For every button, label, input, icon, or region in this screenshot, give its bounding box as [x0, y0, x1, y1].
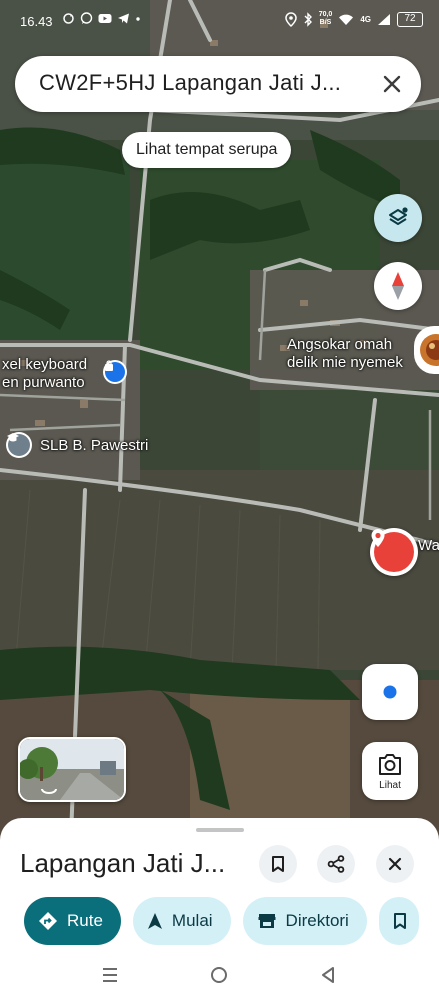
save-chip-button[interactable] [378, 897, 419, 945]
storefront-icon [258, 914, 276, 928]
network-speed: 70,0 B/S [319, 11, 333, 27]
my-location-icon [383, 685, 397, 699]
status-time: 16.43 [20, 14, 53, 29]
camera-lens-icon [379, 754, 401, 775]
close-icon[interactable] [379, 71, 405, 97]
system-navigation-bar [0, 952, 439, 1000]
bluetooth-icon [304, 11, 312, 27]
bookmark-icon [272, 856, 284, 872]
map-label-shop-line2: en purwanto [2, 374, 85, 391]
sync-icon [63, 13, 74, 24]
map-label-food[interactable]: Angsokar omah delik mie nyemek [287, 336, 403, 372]
selected-location-pin[interactable] [370, 528, 418, 576]
shopping-bag-icon [105, 360, 113, 371]
similar-places-chip[interactable]: Lihat tempat serupa [122, 132, 292, 168]
shop-poi-marker[interactable] [103, 360, 127, 384]
home-icon[interactable] [210, 966, 228, 984]
map-label-pin[interactable]: War [418, 537, 439, 555]
directions-icon [39, 912, 57, 930]
network-speed-value: 70,0 [318, 11, 333, 18]
location-status-icon [284, 11, 297, 27]
status-right-icons: 70,0 B/S 4G 72 [284, 11, 423, 27]
food-photo-marker[interactable] [414, 326, 439, 374]
navigation-arrow-icon [147, 913, 162, 929]
recent-apps-icon[interactable] [101, 966, 119, 984]
compass-button[interactable] [374, 262, 422, 310]
back-icon[interactable] [320, 966, 336, 984]
more-notifications-dot [136, 17, 140, 21]
layers-icon [389, 207, 408, 225]
bookmark-icon [393, 913, 406, 929]
start-button[interactable]: Mulai [132, 897, 231, 945]
graduation-cap-icon [7, 433, 19, 442]
lens-button[interactable]: Lihat [362, 742, 418, 800]
route-label: Rute [67, 911, 103, 930]
directory-button[interactable]: Direktori [242, 897, 367, 945]
search-bar[interactable]: CW2F+5HJ Lapangan Jati J... [15, 56, 421, 112]
compass-icon [392, 272, 404, 300]
my-location-button[interactable] [362, 664, 418, 720]
map-imagery [0, 0, 439, 860]
street-view-image [20, 739, 124, 800]
telegram-icon [118, 13, 129, 24]
wifi-icon [339, 14, 354, 25]
map-label-shop-line1: xel keyboard [2, 356, 88, 373]
location-pin-icon [371, 529, 385, 547]
sheet-drag-handle[interactable] [196, 828, 244, 832]
map-label-food-line1: Angsokar omah [287, 336, 393, 353]
share-icon [327, 855, 345, 873]
satellite-map[interactable]: xel keyboard en purwanto SLB B. Pawestri… [0, 0, 439, 860]
map-label-food-line2: delik mie nyemek [287, 354, 403, 371]
directory-label: Direktori [285, 911, 349, 930]
map-label-school[interactable]: SLB B. Pawestri [40, 437, 148, 455]
signal-icon [378, 13, 390, 25]
route-button[interactable]: Rute [24, 897, 121, 945]
youtube-icon [98, 14, 112, 23]
network-speed-unit: B/S [319, 19, 332, 26]
action-chips: Rute Mulai Direktori [24, 897, 419, 947]
place-title: Lapangan Jati J... [20, 848, 226, 878]
street-view-thumbnail[interactable] [18, 737, 126, 802]
map-label-shop[interactable]: xel keyboard en purwanto [2, 356, 87, 392]
layers-button[interactable] [374, 194, 422, 242]
close-sheet-button[interactable] [376, 845, 414, 883]
close-icon [388, 857, 402, 871]
search-query[interactable]: CW2F+5HJ Lapangan Jati J... [39, 70, 341, 96]
start-label: Mulai [171, 911, 213, 930]
food-photo-icon [420, 334, 439, 366]
lens-label: Lihat [379, 780, 401, 791]
network-type: 4G [360, 14, 371, 24]
save-button[interactable] [259, 845, 297, 883]
share-button[interactable] [317, 845, 355, 883]
status-bar: 16.43 70,0 B/S 4G 72 [0, 0, 439, 44]
battery-indicator: 72 [397, 11, 423, 27]
whatsapp-icon [80, 12, 93, 24]
notification-icons [62, 12, 141, 25]
school-poi-marker[interactable] [6, 432, 32, 458]
